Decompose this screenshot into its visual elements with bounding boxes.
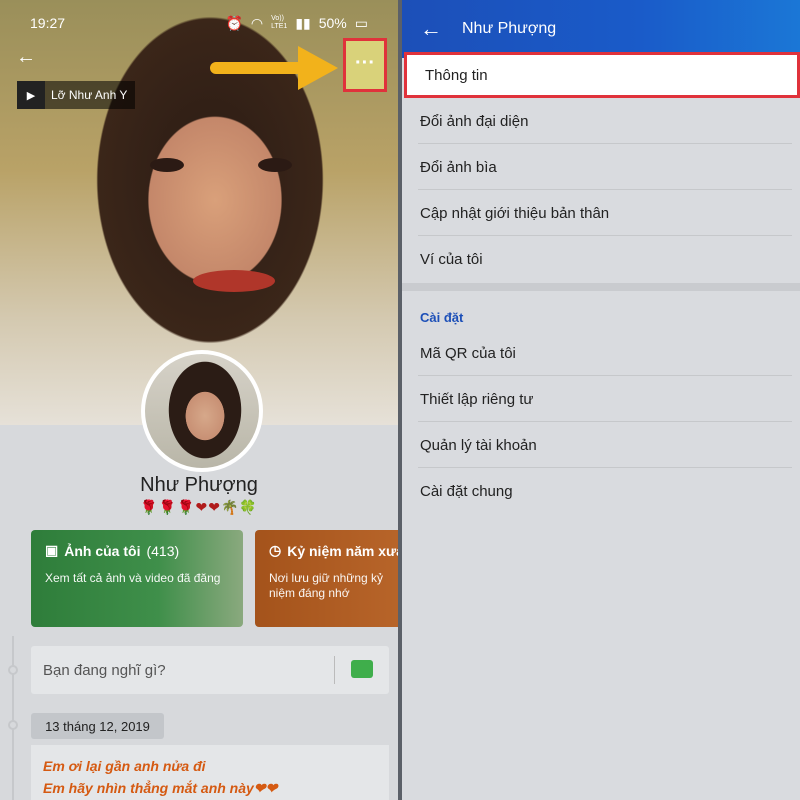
my-photos-desc: Xem tất cả ảnh và video đã đăng (45, 571, 221, 585)
more-options-button[interactable]: ··· (343, 38, 387, 92)
back-arrow-icon[interactable]: ← (16, 46, 40, 70)
menu-item-label: Quản lý tài khoản (420, 436, 537, 454)
back-arrow-icon[interactable]: ← (420, 16, 442, 42)
menu-item-label: Thông tin (425, 66, 488, 84)
wifi-icon: ◠ (250, 14, 264, 31)
music-title: Lỡ Như Anh Y (51, 88, 128, 102)
my-photos-label: Ảnh của tôi (64, 542, 141, 559)
status-input[interactable]: Bạn đang nghĩ gì? (31, 646, 389, 694)
header-title: Như Phượng (462, 20, 557, 37)
menu-item-change-avatar[interactable]: Đổi ảnh đại diện (402, 98, 800, 144)
avatar[interactable] (141, 350, 263, 472)
signal-icon: ▮▮ (295, 14, 311, 31)
menu-item-qr-code[interactable]: Mã QR của tôi (402, 330, 800, 376)
clock-icon: ◷ (269, 542, 282, 558)
memories-label: Kỷ niệm năm xưa (287, 542, 398, 559)
timeline-post[interactable]: Em ơi lại gần anh nửa đi Em hãy nhìn thẳ… (31, 745, 389, 800)
menu-item-label: Mã QR của tôi (420, 344, 516, 362)
memories-desc: Nơi lưu giữ những kỷ niệm đáng nhớ (269, 571, 384, 600)
status-placeholder: Bạn đang nghĩ gì? (43, 661, 166, 679)
section-separator (402, 283, 800, 291)
menu-item-label: Thiết lập riêng tư (420, 390, 534, 408)
settings-section-title: Cài đặt (420, 310, 464, 325)
menu-item-update-bio[interactable]: Cập nhật giới thiệu bản thân (402, 190, 800, 236)
status-time: 19:27 (30, 15, 66, 31)
battery-icon: ▭ (354, 14, 368, 31)
cover-lips (193, 270, 275, 292)
alarm-icon: ⏰ (225, 14, 243, 31)
menu-item-label: Ví của tôi (420, 250, 483, 268)
divider (334, 656, 335, 684)
profile-music-chip[interactable]: ▶ Lỡ Như Anh Y (17, 81, 136, 109)
timeline-line (12, 636, 14, 800)
play-icon: ▶ (17, 81, 45, 109)
photo-icon: ▣ (45, 542, 59, 558)
menu-item-wallet[interactable]: Ví của tôi (402, 236, 800, 282)
menu-item-label: Cài đặt chung (420, 482, 513, 500)
profile-menu-screen: ← Như Phượng Thông tin Đổi ảnh đại diện … (402, 0, 800, 800)
timeline-date: 13 tháng 12, 2019 (31, 713, 164, 739)
pointer-arrow-icon (210, 46, 338, 90)
profile-screen: 19:27 ⏰ ◠ Vo)) LTE1 ▮▮ 50% ▭ ← ▶ Lỡ Như … (0, 0, 398, 800)
my-photos-count: (413) (146, 542, 180, 559)
cover-eye-right (258, 158, 292, 172)
post-text-line: Em ơi lại gần anh nửa đi (43, 758, 206, 774)
menu-item-account[interactable]: Quản lý tài khoản (402, 422, 800, 468)
menu-item-label: Đổi ảnh đại diện (420, 112, 529, 130)
network-type: Vo)) LTE1 (271, 15, 288, 30)
timeline-dot (8, 665, 18, 675)
memories-title: ◷ Kỷ niệm năm xưa (269, 542, 398, 559)
menu-item-change-cover[interactable]: Đổi ảnh bìa (402, 144, 800, 190)
battery-level: 50% (318, 15, 347, 31)
menu-header: ← Như Phượng (402, 0, 800, 58)
image-icon[interactable] (351, 660, 373, 678)
status-icons: ⏰ ◠ Vo)) LTE1 ▮▮ 50% ▭ (225, 15, 368, 32)
profile-name: Như Phượng (140, 474, 258, 496)
menu-item-label: Đổi ảnh bìa (420, 158, 497, 176)
menu-item-general-settings[interactable]: Cài đặt chung (402, 468, 800, 514)
cover-eye-left (150, 158, 184, 172)
my-photos-card[interactable]: ▣ Ảnh của tôi (413) Xem tất cả ảnh và vi… (31, 530, 243, 627)
menu-item-privacy[interactable]: Thiết lập riêng tư (402, 376, 800, 422)
memories-card[interactable]: ◷ Kỷ niệm năm xưa Nơi lưu giữ những kỷ n… (255, 530, 398, 627)
post-text-line: Em hãy nhìn thẳng mắt anh này❤❤ (43, 780, 278, 796)
menu-item-label: Cập nhật giới thiệu bản thân (420, 204, 610, 222)
my-photos-title: ▣ Ảnh của tôi (413) (45, 542, 229, 559)
timeline-dot (8, 720, 18, 730)
profile-bio: 🌹🌹🌹❤❤🌴🍀 (140, 499, 258, 515)
menu-item-info[interactable]: Thông tin (404, 52, 800, 98)
status-bar: 19:27 ⏰ ◠ Vo)) LTE1 ▮▮ 50% ▭ (0, 0, 398, 46)
